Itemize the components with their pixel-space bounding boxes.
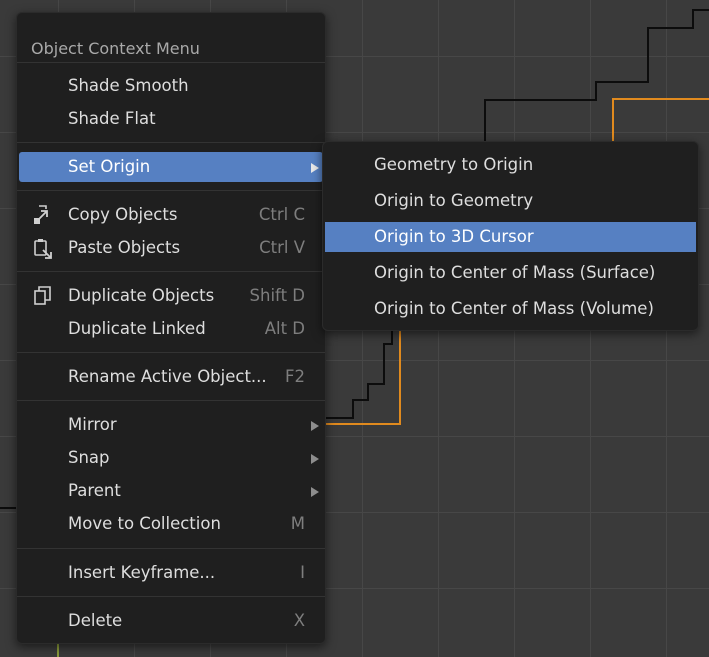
menu-separator xyxy=(17,142,325,143)
menu-item-label: Set Origin xyxy=(68,157,151,176)
3d-viewport[interactable]: Object Context Menu Shade Smooth Shade F… xyxy=(0,0,709,657)
menu-item-label: Copy Objects xyxy=(68,205,178,224)
context-menu-title: Object Context Menu xyxy=(31,39,200,58)
submenu-item-origin-to-center-of-mass-surface[interactable]: Origin to Center of Mass (Surface) xyxy=(325,258,696,288)
copy-icon xyxy=(34,205,48,224)
menu-item-snap[interactable]: Snap xyxy=(19,443,323,473)
menu-item-label: Snap xyxy=(68,448,110,467)
menu-item-label: Rename Active Object... xyxy=(68,367,267,386)
menu-item-label: Shade Flat xyxy=(68,109,156,128)
menu-item-label: Parent xyxy=(68,481,121,500)
menu-item-shortcut: Ctrl V xyxy=(259,238,305,257)
menu-item-duplicate-linked[interactable]: Duplicate Linked Alt D xyxy=(19,314,323,344)
object-outline xyxy=(484,9,709,148)
menu-item-move-to-collection[interactable]: Move to Collection M xyxy=(19,509,323,539)
submenu-arrow-icon xyxy=(311,163,319,173)
menu-separator xyxy=(17,400,325,401)
submenu-item-geometry-to-origin[interactable]: Geometry to Origin xyxy=(325,150,696,180)
submenu-item-label: Origin to Geometry xyxy=(374,191,534,210)
submenu-item-label: Geometry to Origin xyxy=(374,155,534,174)
submenu-arrow-icon xyxy=(311,421,319,431)
submenu-item-origin-to-center-of-mass-volume[interactable]: Origin to Center of Mass (Volume) xyxy=(325,294,696,324)
menu-item-rename-active-object[interactable]: Rename Active Object... F2 xyxy=(19,362,323,392)
set-origin-submenu: Geometry to Origin Origin to Geometry Or… xyxy=(322,141,699,331)
menu-item-label: Delete xyxy=(68,611,123,630)
menu-item-label: Move to Collection xyxy=(68,514,221,533)
menu-separator xyxy=(17,596,325,597)
menu-separator xyxy=(17,352,325,353)
menu-item-shortcut: I xyxy=(300,563,305,582)
menu-separator xyxy=(17,271,325,272)
object-outline-lower xyxy=(326,329,393,419)
menu-separator xyxy=(17,190,325,191)
menu-item-label: Duplicate Objects xyxy=(68,286,215,305)
menu-item-label: Paste Objects xyxy=(68,238,181,257)
menu-item-shortcut: Ctrl C xyxy=(258,205,305,224)
submenu-item-label: Origin to Center of Mass (Surface) xyxy=(374,263,656,282)
menu-item-set-origin[interactable]: Set Origin xyxy=(19,152,323,182)
menu-item-label: Duplicate Linked xyxy=(68,319,206,338)
menu-separator xyxy=(17,62,325,63)
menu-item-duplicate-objects[interactable]: Duplicate Objects Shift D xyxy=(19,281,323,311)
menu-item-label: Insert Keyframe... xyxy=(68,563,216,582)
menu-item-shade-smooth[interactable]: Shade Smooth xyxy=(19,71,323,101)
menu-item-shortcut: X xyxy=(293,611,305,630)
menu-item-parent[interactable]: Parent xyxy=(19,476,323,506)
menu-item-shade-flat[interactable]: Shade Flat xyxy=(19,104,323,134)
submenu-item-label: Origin to Center of Mass (Volume) xyxy=(374,299,654,318)
submenu-arrow-icon xyxy=(311,487,319,497)
menu-item-shortcut: Alt D xyxy=(264,319,305,338)
menu-item-shortcut: M xyxy=(290,514,305,533)
menu-item-mirror[interactable]: Mirror xyxy=(19,410,323,440)
submenu-arrow-icon xyxy=(311,454,319,464)
menu-item-insert-keyframe[interactable]: Insert Keyframe... I xyxy=(19,558,323,588)
object-context-menu: Object Context Menu Shade Smooth Shade F… xyxy=(16,12,326,644)
menu-item-copy-objects[interactable]: Copy Objects Ctrl C xyxy=(19,200,323,230)
selection-outline xyxy=(612,98,709,141)
menu-item-delete[interactable]: Delete X xyxy=(19,606,323,636)
menu-item-label: Shade Smooth xyxy=(68,76,189,95)
menu-item-shortcut: Shift D xyxy=(249,286,305,305)
submenu-item-origin-to-geometry[interactable]: Origin to Geometry xyxy=(325,186,696,216)
paste-icon xyxy=(34,239,52,259)
menu-separator xyxy=(17,548,325,549)
menu-item-label: Mirror xyxy=(68,415,117,434)
duplicate-icon xyxy=(34,286,51,305)
submenu-item-label: Origin to 3D Cursor xyxy=(374,227,534,246)
menu-item-shortcut: F2 xyxy=(285,367,305,386)
submenu-item-origin-to-3d-cursor[interactable]: Origin to 3D Cursor xyxy=(325,222,696,252)
menu-item-paste-objects[interactable]: Paste Objects Ctrl V xyxy=(19,233,323,263)
